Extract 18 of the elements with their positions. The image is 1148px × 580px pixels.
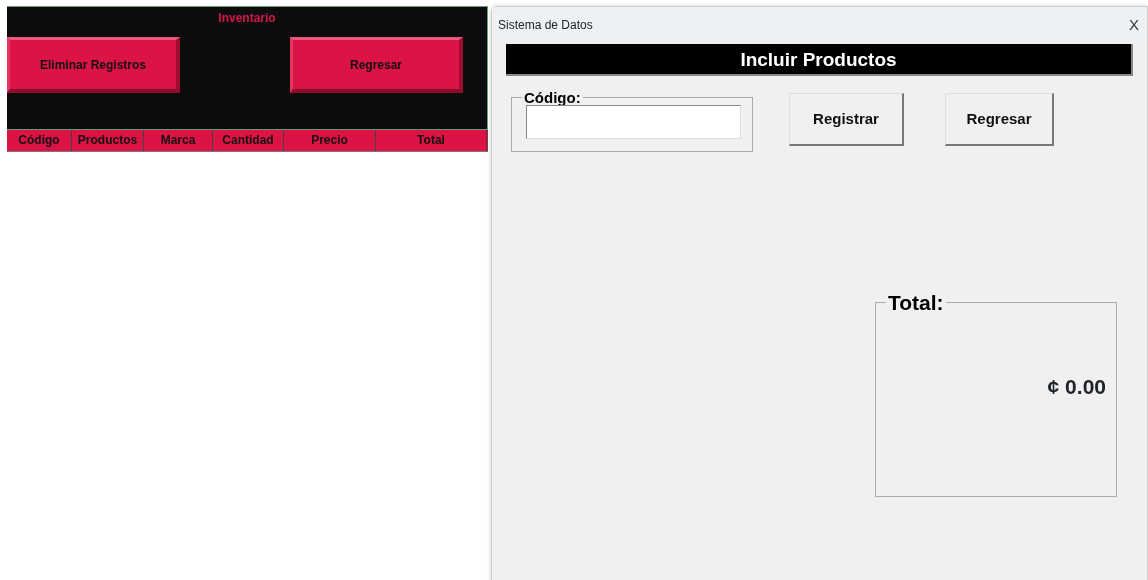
dialog-button[interactable]: Registrar [789,93,904,146]
column-header: Código [7,130,72,151]
window-title: Sistema de Datos [498,17,593,34]
sheet-button[interactable]: Eliminar Registros [7,37,180,93]
column-header: Marca [144,130,213,151]
code-field[interactable] [526,105,741,139]
column-header: Cantidad [213,130,284,151]
total-label: Total: [887,292,945,313]
column-header: Productos [72,130,144,151]
column-header: Precio [284,130,376,151]
dialog-heading: Incluir Productos [506,44,1133,76]
dialog-button[interactable]: Regresar [945,93,1054,146]
sheet-button[interactable]: Regresar [290,37,463,93]
sheet-title: Inventario [218,11,276,25]
total-value: ¢ 0.00 [1046,374,1106,400]
field-label: Código: [523,90,582,105]
column-header: Total [376,130,487,151]
close-button[interactable]: X [1129,13,1139,37]
